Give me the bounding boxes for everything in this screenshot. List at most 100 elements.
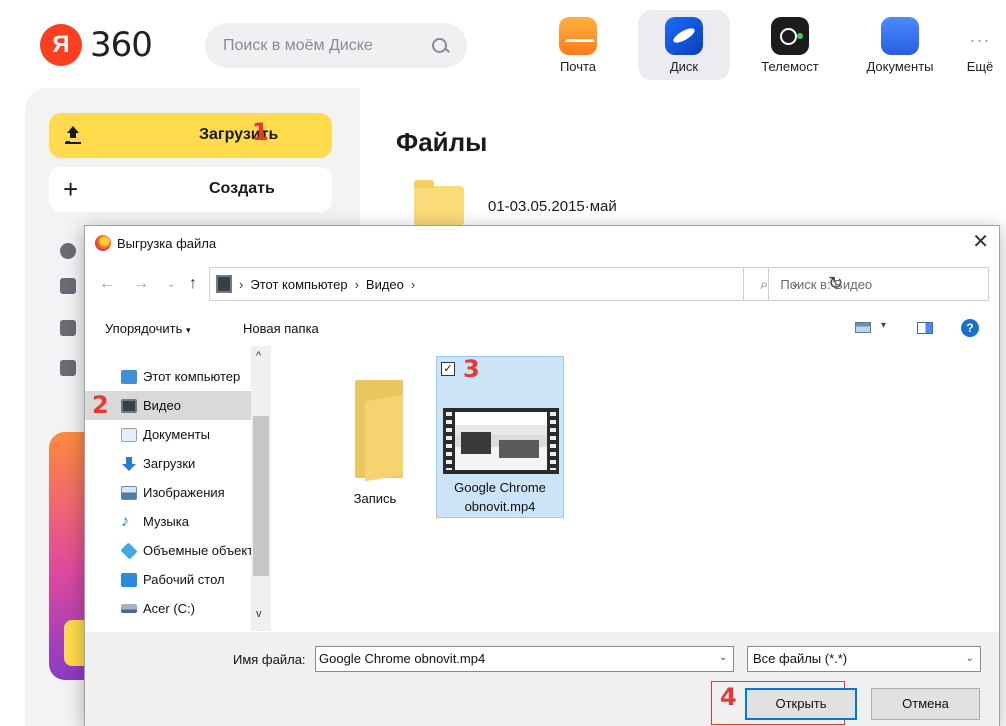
service-documents[interactable]: Документы xyxy=(850,10,950,80)
nav-item-downloads[interactable]: Загрузки xyxy=(85,449,251,478)
filename-input[interactable]: Google Chrome obnovit.mp4 xyxy=(315,646,734,672)
help-icon[interactable]: ? xyxy=(961,319,979,337)
nav-item-pictures[interactable]: Изображения xyxy=(85,478,251,507)
preview-pane-icon[interactable] xyxy=(917,322,933,334)
navigation-pane: Этот компьютер Видео Документы Загрузки … xyxy=(85,346,271,631)
nav-item-label: Рабочий стол xyxy=(143,572,225,587)
service-mail-label: Почта xyxy=(559,59,597,74)
video-preview xyxy=(455,412,547,470)
disk-search-input[interactable]: Поиск в моём Диске xyxy=(205,23,467,68)
service-telemost[interactable]: Телемост xyxy=(740,10,840,80)
nav-item-documents[interactable]: Документы xyxy=(85,420,251,449)
scrollbar-thumb[interactable] xyxy=(253,416,269,576)
upload-button[interactable]: Загрузить xyxy=(49,113,332,158)
close-icon[interactable]: ✕ xyxy=(972,230,989,254)
view-mode-icon[interactable] xyxy=(855,322,871,333)
files-icon[interactable] xyxy=(60,278,76,294)
chevron-down-icon: ▾ xyxy=(185,325,191,335)
nav-item-label: Этот компьютер xyxy=(143,369,241,384)
nav-item-label: Acer (C:) xyxy=(143,601,195,616)
chevron-down-icon[interactable]: ▾ xyxy=(881,320,886,331)
up-arrow-icon[interactable]: ↑ xyxy=(189,275,197,293)
file-tile-folder[interactable]: Запись xyxy=(311,358,439,520)
chevron-down-icon[interactable]: ⌄ xyxy=(719,652,727,663)
chevron-right-icon[interactable]: › xyxy=(411,277,415,292)
create-label: Создать xyxy=(209,180,275,197)
breadcrumb-video[interactable]: Видео xyxy=(366,277,404,292)
service-more-label: Ещё xyxy=(966,59,994,74)
chevron-up-icon[interactable]: ^ xyxy=(256,350,261,362)
service-mail[interactable]: Почта xyxy=(528,10,628,80)
telemost-icon xyxy=(771,17,809,55)
create-button[interactable]: + Создать xyxy=(49,167,332,212)
folder-search-input[interactable]: ⌕ Поиск в: Видео xyxy=(743,267,989,301)
address-bar[interactable]: › Этот компьютер › Видео › ⌄ ↻ xyxy=(209,267,843,301)
recent-dropdown-icon[interactable]: ⌄ xyxy=(167,279,175,290)
nav-item-video[interactable]: Видео xyxy=(85,391,251,420)
cancel-button[interactable]: Отмена xyxy=(871,688,980,720)
chevron-right-icon[interactable]: › xyxy=(355,277,359,292)
file-checkbox[interactable]: ✓ xyxy=(441,362,455,376)
plus-icon: + xyxy=(63,174,79,204)
film-strip-left xyxy=(446,412,452,470)
chevron-right-icon[interactable]: › xyxy=(239,277,243,292)
search-icon: ⌕ xyxy=(760,275,769,293)
file-name-line-2: obnovit.mp4 xyxy=(464,499,536,514)
file-type-value: Все файлы (*.*) xyxy=(753,651,848,666)
3d-objects-icon xyxy=(120,542,138,559)
file-tile-video[interactable]: ✓ Google Chrome obnovit.mp4 xyxy=(436,356,564,518)
folder-icon[interactable] xyxy=(414,180,464,226)
step-marker-3: 3 xyxy=(463,355,480,383)
desktop-icon xyxy=(121,572,137,587)
video-folder-icon xyxy=(121,398,137,413)
chevron-down-icon[interactable]: v xyxy=(256,608,262,620)
file-name: Запись xyxy=(353,491,397,506)
documents-icon xyxy=(881,17,919,55)
nav-item-music[interactable]: ♪ Музыка xyxy=(85,507,251,536)
mail-icon xyxy=(559,17,597,55)
recent-icon[interactable] xyxy=(60,243,76,259)
folder-name[interactable]: 01-03.05.2015·май xyxy=(488,198,617,215)
file-name-line-1: Google Chrome xyxy=(454,480,546,495)
file-upload-dialog: Выгрузка файла ✕ ← → ⌄ ↑ › Этот компьюте… xyxy=(84,225,1000,726)
nav-item-label: Объемные объекты xyxy=(143,543,251,558)
nav-scrollbar[interactable]: ^ v xyxy=(251,346,271,631)
service-disk[interactable]: Диск xyxy=(638,10,730,80)
breadcrumb-this-pc[interactable]: Этот компьютер xyxy=(250,277,347,292)
nav-item-this-pc[interactable]: Этот компьютер xyxy=(85,362,251,391)
yandex-360-logo[interactable]: Я 360 xyxy=(40,24,153,66)
new-folder-button[interactable]: Новая папка xyxy=(243,321,319,336)
disk-icon xyxy=(665,17,703,55)
albums-icon[interactable] xyxy=(60,360,76,376)
nav-item-label: Музыка xyxy=(143,514,189,529)
more-icon: ··· xyxy=(969,30,991,50)
nav-item-label: Видео xyxy=(143,398,181,413)
computer-icon xyxy=(121,369,137,384)
dialog-title: Выгрузка файла xyxy=(117,236,217,251)
navigation-list: Этот компьютер Видео Документы Загрузки … xyxy=(85,362,251,623)
nav-item-3d-objects[interactable]: Объемные объекты xyxy=(85,536,251,565)
app-header: Я 360 Поиск в моём Диске Почта Диск Теле… xyxy=(0,0,1006,88)
film-strip-right xyxy=(550,412,556,470)
photos-icon[interactable] xyxy=(60,320,76,336)
open-button[interactable]: Открыть xyxy=(745,688,857,720)
organize-menu[interactable]: Упорядочить ▾ xyxy=(105,321,191,336)
documents-folder-icon xyxy=(121,427,137,442)
folder-icon-front xyxy=(365,394,403,482)
service-telemost-label: Телемост xyxy=(761,59,819,74)
organize-label: Упорядочить xyxy=(105,321,183,336)
file-type-select[interactable]: Все файлы (*.*) ⌄ xyxy=(747,646,981,672)
nav-item-label: Документы xyxy=(143,427,211,442)
back-arrow-icon[interactable]: ← xyxy=(99,275,115,293)
music-icon: ♪ xyxy=(121,512,129,530)
dialog-title-bar[interactable]: Выгрузка файла ✕ xyxy=(85,226,999,259)
forward-arrow-icon[interactable]: → xyxy=(133,275,149,293)
nav-item-desktop[interactable]: Рабочий стол xyxy=(85,565,251,594)
service-more[interactable]: ··· Ещё xyxy=(960,10,1000,80)
nav-item-drive-c[interactable]: Acer (C:) xyxy=(85,594,251,623)
search-icon[interactable] xyxy=(431,37,449,55)
step-marker-2: 2 xyxy=(92,391,109,419)
drive-icon xyxy=(121,604,137,613)
service-disk-label: Диск xyxy=(669,59,699,74)
video-thumbnail xyxy=(443,408,559,474)
